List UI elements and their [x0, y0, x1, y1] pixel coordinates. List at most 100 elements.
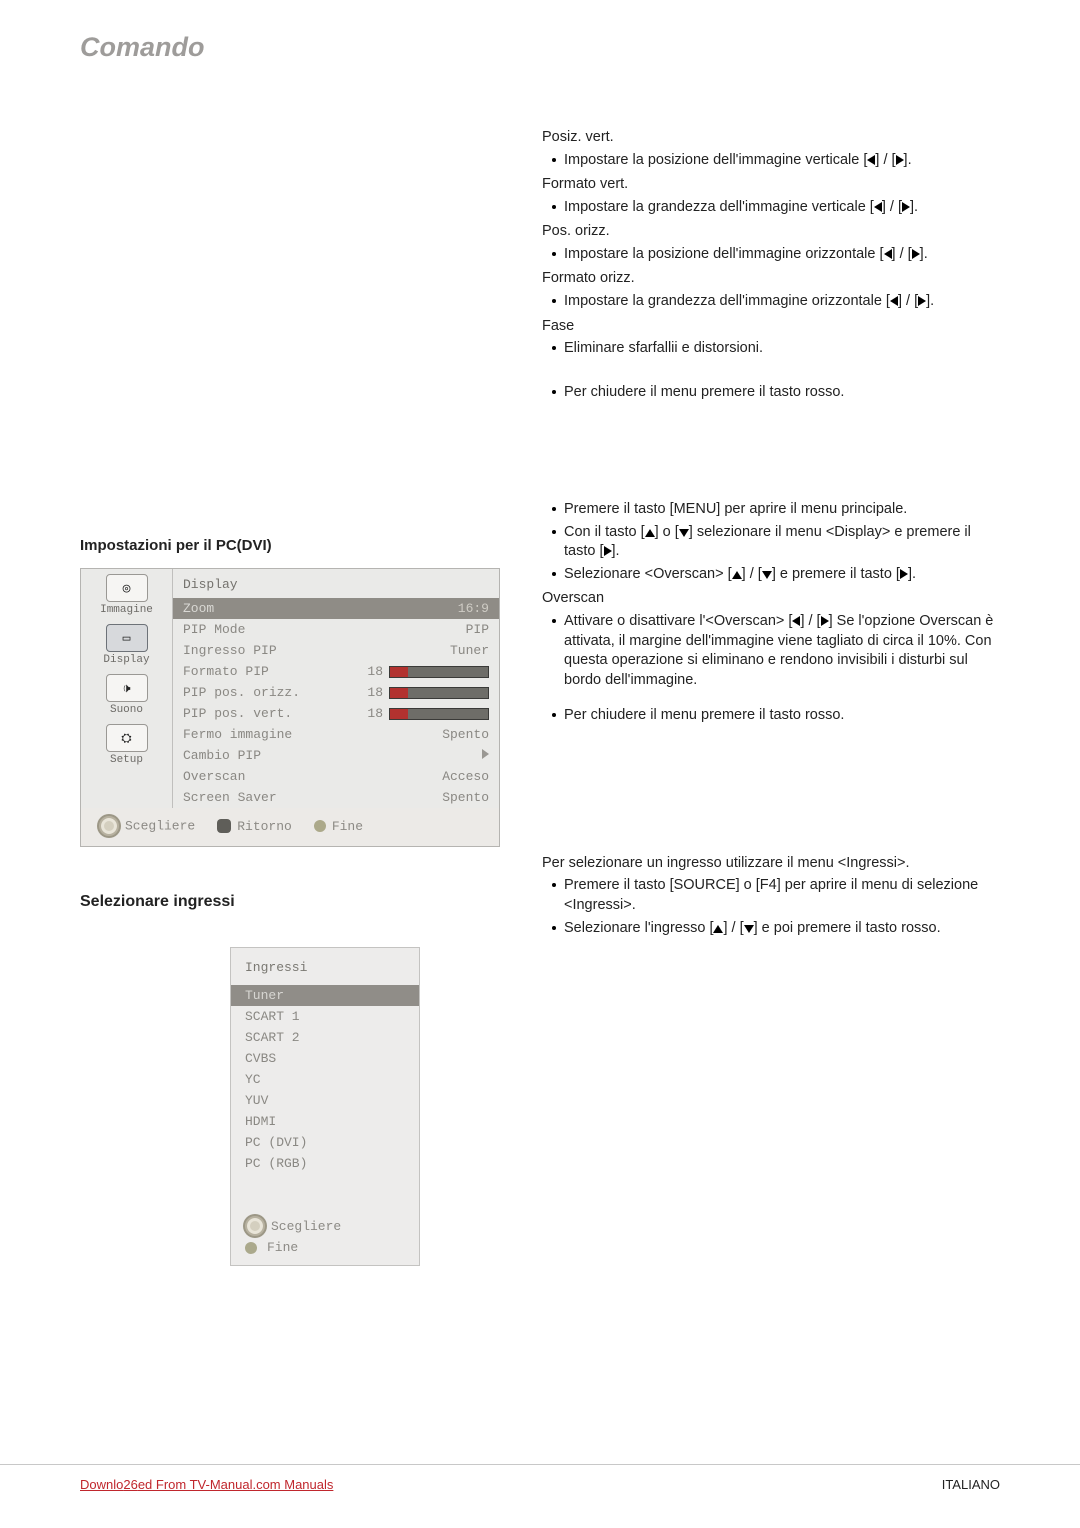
display-icon: ▭: [106, 624, 148, 652]
slider[interactable]: [389, 666, 489, 678]
heading: Fase: [542, 317, 1000, 337]
osd-sidebar-immagine[interactable]: ◎ Immagine: [81, 569, 172, 619]
osd2-row-pcrgb[interactable]: PC (RGB): [231, 1153, 419, 1174]
arrow-right-icon: [604, 546, 612, 556]
heading: Posiz. vert.: [542, 128, 1000, 148]
osd2-row-scart2[interactable]: SCART 2: [231, 1027, 419, 1048]
osd-row-zoom[interactable]: Zoom 16:9: [173, 598, 499, 619]
bullet-icon: [552, 390, 556, 394]
right-column: Posiz. vert. Impostare la posizione dell…: [542, 123, 1000, 1266]
dpad-icon: [245, 1216, 265, 1236]
osd-row-cambiopip[interactable]: Cambio PIP: [173, 745, 499, 766]
footer-scegliere: Scegliere: [99, 816, 195, 836]
osd2-title: Ingressi: [231, 954, 419, 985]
osd2-row-scart1[interactable]: SCART 1: [231, 1006, 419, 1027]
bullet-icon: [552, 158, 556, 162]
osd-sidebar-suono[interactable]: 🕩 Suono: [81, 669, 172, 719]
arrow-up-icon: [645, 529, 655, 537]
osd-row-ingressopip[interactable]: Ingresso PIP Tuner: [173, 640, 499, 661]
osd2-row-cvbs[interactable]: CVBS: [231, 1048, 419, 1069]
bullet: Attivare o disattivare l'<Overscan> [] /…: [542, 612, 1000, 690]
arrow-right-icon: [821, 616, 829, 626]
osd2-row-yc[interactable]: YC: [231, 1069, 419, 1090]
osd-display-panel: ◎ Immagine ▭ Display 🕩 Suono ⛭: [80, 568, 500, 847]
osd-row-fermo[interactable]: Fermo immagine Spento: [173, 724, 499, 745]
bullet: Impostare la posizione dell'immagine ver…: [542, 151, 1000, 171]
heading: Formato vert.: [542, 175, 1000, 195]
bullet: Impostare la grandezza dell'immagine ver…: [542, 198, 1000, 218]
download-link[interactable]: Downlo26ed From TV-Manual.com Manuals: [80, 1477, 333, 1492]
slider[interactable]: [389, 687, 489, 699]
arrow-right-icon: [900, 569, 908, 579]
section1-heading: Impostazioni per il PC(DVI): [80, 537, 508, 554]
osd-row-pipposv[interactable]: PIP pos. vert. 18: [173, 703, 499, 724]
heading: Overscan: [542, 589, 1000, 609]
arrow-down-icon: [679, 529, 689, 537]
section2-heading: Selezionare ingressi: [80, 893, 508, 911]
bullet-icon: [552, 530, 556, 534]
picture-icon: ◎: [106, 574, 148, 602]
bullet: Premere il tasto [SOURCE] o [F4] per apr…: [542, 876, 1000, 915]
osd-sidebar-setup[interactable]: ⛭ Setup: [81, 719, 172, 769]
bullet-icon: [552, 572, 556, 576]
heading: Pos. orizz.: [542, 222, 1000, 242]
bullet: Premere il tasto [MENU] per aprire il me…: [542, 500, 1000, 520]
osd2-row-yuv[interactable]: YUV: [231, 1090, 419, 1111]
arrow-left-icon: [884, 249, 892, 259]
bullet-icon: [552, 346, 556, 350]
arrow-up-icon: [713, 925, 723, 933]
arrow-left-icon: [867, 155, 875, 165]
osd2-row-pcdvi[interactable]: PC (DVI): [231, 1132, 419, 1153]
osd-sidebar: ◎ Immagine ▭ Display 🕩 Suono ⛭: [81, 569, 173, 808]
osd-title: Display: [173, 569, 499, 598]
osd-row-pipmode[interactable]: PIP Mode PIP: [173, 619, 499, 640]
bullet-icon: [552, 205, 556, 209]
chevron-right-icon: [482, 749, 489, 759]
osd-footer: Scegliere Ritorno Fine: [81, 808, 499, 846]
bullet: Selezionare l'ingresso [] / [] e poi pre…: [542, 919, 1000, 939]
page-title: Comando: [80, 32, 1000, 63]
page-footer: Downlo26ed From TV-Manual.com Manuals IT…: [0, 1464, 1080, 1492]
bullet-icon: [552, 252, 556, 256]
bullet: Per chiudere il menu premere il tasto ro…: [542, 706, 1000, 726]
osd-row-screensaver[interactable]: Screen Saver Spento: [173, 787, 499, 808]
sound-icon: 🕩: [106, 674, 148, 702]
arrow-right-icon: [902, 202, 910, 212]
osd2-row-hdmi[interactable]: HDMI: [231, 1111, 419, 1132]
arrow-right-icon: [896, 155, 904, 165]
dot-icon: [245, 1242, 257, 1254]
osd-body: ◎ Immagine ▭ Display 🕩 Suono ⛭: [81, 569, 499, 808]
osd-row-formatopip[interactable]: Formato PIP 18: [173, 661, 499, 682]
bullet-icon: [552, 713, 556, 717]
content-columns: Impostazioni per il PC(DVI) ◎ Immagine ▭…: [80, 123, 1000, 1266]
bullet-icon: [552, 507, 556, 511]
osd2-footer: Scegliere Fine: [231, 1214, 419, 1257]
arrow-up-icon: [732, 571, 742, 579]
arrow-left-icon: [874, 202, 882, 212]
bullet-icon: [552, 619, 556, 623]
osd2-row-tuner[interactable]: Tuner: [231, 985, 419, 1006]
osd-row-overscan[interactable]: Overscan Acceso: [173, 766, 499, 787]
dpad-icon: [99, 816, 119, 836]
arrow-right-icon: [918, 296, 926, 306]
slider[interactable]: [389, 708, 489, 720]
page: Comando Impostazioni per il PC(DVI) ◎ Im…: [0, 0, 1080, 1306]
footer-fine: Fine: [314, 819, 363, 834]
arrow-down-icon: [762, 571, 772, 579]
tv-icon: [217, 819, 231, 833]
bullet-icon: [552, 883, 556, 887]
heading: Formato orizz.: [542, 269, 1000, 289]
paragraph: Per selezionare un ingresso utilizzare i…: [542, 854, 1000, 874]
bullet-icon: [552, 926, 556, 930]
bullet: Eliminare sfarfallii e distorsioni.: [542, 339, 1000, 359]
bullet-icon: [552, 299, 556, 303]
arrow-left-icon: [890, 296, 898, 306]
bullet: Impostare la posizione dell'immagine ori…: [542, 245, 1000, 265]
footer-ritorno: Ritorno: [217, 819, 292, 834]
osd-main: Display Zoom 16:9 PIP Mode PIP Ingresso …: [173, 569, 499, 808]
spacer: [80, 123, 508, 523]
left-column: Impostazioni per il PC(DVI) ◎ Immagine ▭…: [80, 123, 508, 1266]
bullet: Selezionare <Overscan> [] / [] e premere…: [542, 565, 1000, 585]
osd-sidebar-display[interactable]: ▭ Display: [81, 619, 172, 669]
osd-row-pipposh[interactable]: PIP pos. orizz. 18: [173, 682, 499, 703]
